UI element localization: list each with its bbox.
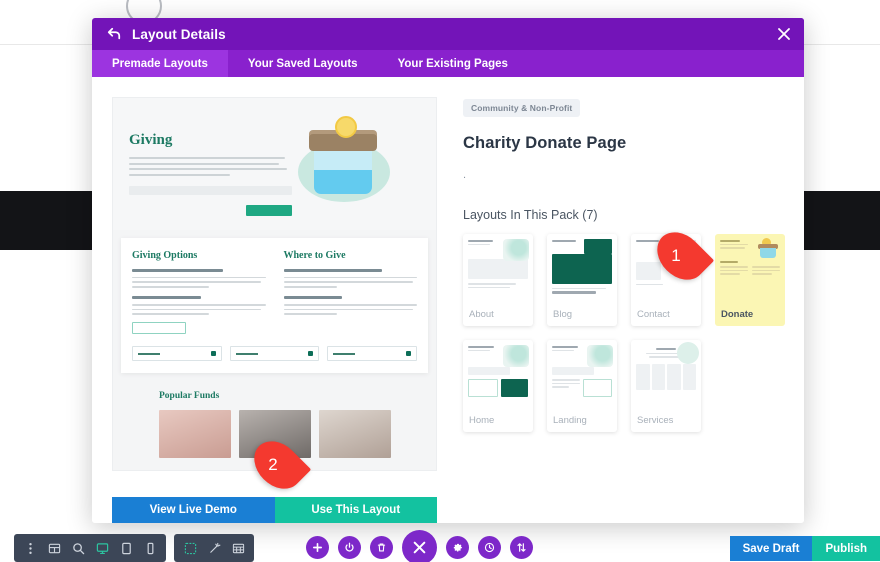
layout-card-label: Services [637, 414, 674, 426]
layout-card-about[interactable]: About [463, 234, 533, 326]
layout-card-landing[interactable]: Landing [547, 340, 617, 432]
plus-icon[interactable] [306, 536, 329, 559]
layout-card-label: Landing [553, 414, 587, 426]
layout-card-label: About [469, 308, 494, 320]
magic-wand-icon[interactable] [202, 534, 226, 562]
wireframe-icon[interactable] [42, 534, 66, 562]
preview-fund-image [239, 410, 311, 459]
layout-thumbnail [715, 234, 785, 302]
preview-hero-button [245, 204, 292, 216]
preview-giving-options-column: Giving Options [132, 250, 266, 335]
tab-your-saved-layouts[interactable]: Your Saved Layouts [228, 50, 378, 77]
tab-your-existing-pages[interactable]: Your Existing Pages [378, 50, 528, 77]
sort-arrows-icon[interactable] [510, 536, 533, 559]
preview-where-to-give-column: Where to Give [283, 249, 417, 335]
editor-bottom-toolbar [14, 534, 254, 562]
layouts-in-pack-heading: Layouts In This Pack (7) [463, 208, 598, 222]
back-arrow-icon[interactable] [106, 27, 121, 42]
layout-card-blog[interactable]: Blog [547, 234, 617, 326]
layout-details-column: Community & Non-Profit Charity Donate Pa… [437, 97, 788, 523]
close-icon[interactable] [764, 18, 804, 50]
click-select-icon[interactable] [178, 534, 202, 562]
preview-payment-chips [132, 346, 418, 362]
preview-fund-image [319, 410, 391, 459]
preview-funds-title: Popular Funds [159, 391, 220, 402]
history-icon[interactable] [478, 536, 501, 559]
layout-thumbnail [463, 234, 533, 302]
layout-card-contact[interactable]: Contact [631, 234, 701, 326]
preview-action-bar: View Live Demo Use This Layout [112, 497, 437, 523]
layout-thumbnail [631, 340, 701, 408]
pack-description: . [463, 169, 467, 181]
preview-section-title-giving-options: Giving Options [132, 249, 198, 261]
power-icon[interactable] [338, 536, 361, 559]
preview-section-title-where-to-give: Where to Give [283, 249, 346, 261]
modal-header: Layout Details [92, 18, 804, 50]
modal-tabbar: Premade Layouts Your Saved Layouts Your … [92, 50, 804, 77]
layout-card-label: Home [469, 414, 495, 426]
desktop-icon[interactable] [90, 534, 114, 562]
layout-thumbnail [547, 340, 617, 408]
layout-card-donate[interactable]: Donate [715, 234, 785, 326]
publish-button[interactable]: Publish [812, 536, 880, 561]
preview-donation-jar-illustration [292, 116, 420, 214]
category-badge: Community & Non-Profit [463, 99, 581, 117]
tablet-icon[interactable] [114, 534, 138, 562]
layout-preview-column: Giving Giving Options Where to Give Popu… [112, 97, 437, 523]
layouts-grid: About Blog Contact Donate Home Landing S… [463, 234, 788, 432]
toolbar-group-edit-modes [174, 534, 254, 562]
preview-hero-input [129, 185, 292, 195]
page-title: Layout Details [132, 26, 226, 42]
layout-card-label: Donate [721, 308, 754, 320]
toolbar-group-view [14, 534, 166, 562]
layout-thumbnail [547, 234, 617, 302]
preview-hero-text: Giving [129, 116, 292, 216]
phone-icon[interactable] [138, 534, 162, 562]
save-draft-button[interactable]: Save Draft [729, 536, 813, 561]
view-live-demo-button[interactable]: View Live Demo [112, 497, 275, 523]
layout-preview-image: Giving Giving Options Where to Give Popu… [112, 97, 437, 471]
preview-hero-section: Giving [113, 98, 436, 230]
preview-fund-image [159, 410, 231, 459]
page-action-buttons: Save Draft Publish [729, 536, 880, 561]
preview-popular-funds-section: Popular Funds [113, 373, 436, 459]
layout-thumbnail [631, 234, 701, 302]
use-this-layout-button[interactable]: Use This Layout [274, 497, 437, 523]
layout-card-services[interactable]: Services [631, 340, 701, 432]
modal-body: Giving Giving Options Where to Give Popu… [92, 77, 804, 523]
vertical-dots-icon[interactable] [18, 534, 42, 562]
zoom-icon[interactable] [66, 534, 90, 562]
grid-icon[interactable] [226, 534, 250, 562]
layout-details-modal: Layout Details Premade Layouts Your Save… [92, 18, 804, 523]
layout-card-label: Contact [637, 308, 670, 320]
layout-card-home[interactable]: Home [463, 340, 533, 432]
close-x-icon[interactable] [402, 530, 437, 562]
preview-options-card: Giving Options Where to Give [121, 237, 428, 374]
layout-thumbnail [463, 340, 533, 408]
gear-icon[interactable] [446, 536, 469, 559]
pack-title: Charity Donate Page [463, 134, 627, 152]
preview-browse-button [132, 322, 186, 335]
coin-icon [334, 116, 357, 138]
editor-main-controls [306, 530, 533, 562]
preview-hero-title: Giving [129, 132, 173, 148]
layout-card-label: Blog [553, 308, 573, 320]
preview-hero-paragraph [129, 157, 292, 176]
trash-icon[interactable] [370, 536, 393, 559]
tab-premade-layouts[interactable]: Premade Layouts [92, 50, 228, 77]
